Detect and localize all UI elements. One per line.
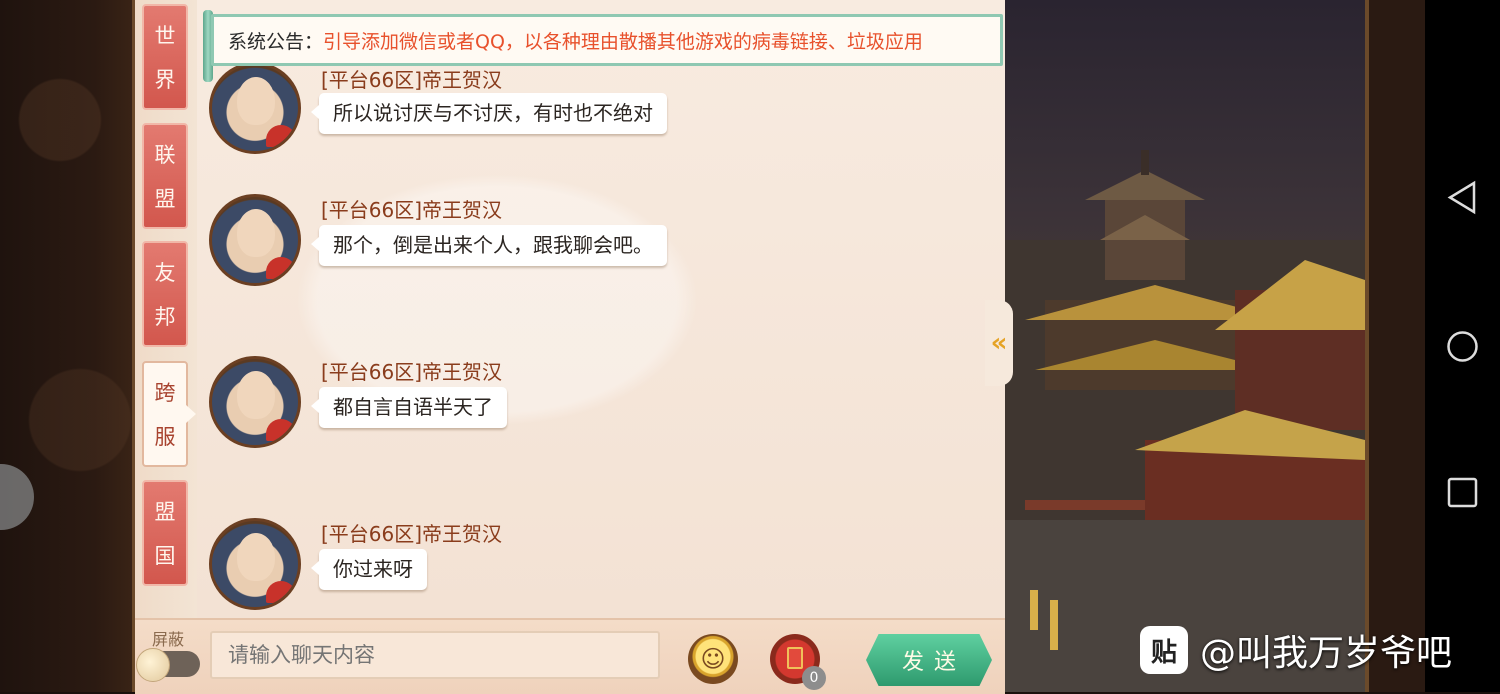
tab-label: 联 (154, 143, 176, 167)
chat-input[interactable] (210, 631, 660, 679)
send-button[interactable]: 发送 (866, 634, 992, 686)
avatar[interactable] (209, 356, 301, 448)
chevron-left-icon[interactable]: « (985, 300, 1013, 386)
red-envelope-count-badge: 0 (802, 666, 826, 690)
smiley-icon[interactable]: ☺ (688, 634, 738, 684)
chat-panel: 世 界 联 盟 友 邦 跨 服 盟 国 [平台66区]帝王贺汉 所以说讨厌与不讨… (135, 0, 1005, 692)
tab-label: 跨 (154, 381, 176, 405)
triangle-back-icon[interactable] (1440, 175, 1485, 220)
watermark: 贴 @叫我万岁爷吧 (1140, 624, 1452, 676)
square-recent-icon[interactable] (1440, 470, 1485, 515)
channel-tab-list: 世 界 联 盟 友 邦 跨 服 盟 国 (135, 0, 199, 618)
chat-message: [平台66区]帝王贺汉 都自言自语半天了 (209, 356, 809, 456)
watermark-text: @叫我万岁爷吧 (1200, 633, 1453, 674)
sender-name[interactable]: [平台66区]帝王贺汉 (321, 356, 502, 385)
tab-label: 界 (154, 68, 176, 92)
sender-name[interactable]: [平台66区]帝王贺汉 (321, 518, 502, 547)
tab-label: 服 (154, 425, 176, 449)
mute-toggle[interactable] (136, 648, 200, 682)
game-scene-background (1005, 0, 1365, 692)
announcement-body: 系统公告： 引导添加微信或者QQ，以各种理由散播其他游戏的病毒链接、垃圾应用 (211, 14, 1003, 66)
chat-message: [平台66区]帝王贺汉 那个，倒是出来个人，跟我聊会吧。 (209, 194, 809, 294)
chat-message: [平台66区]帝王贺汉 所以说讨厌与不讨厌，有时也不绝对 (209, 62, 809, 162)
tab-world[interactable]: 世 界 (142, 4, 188, 110)
tab-label: 国 (154, 544, 176, 568)
tab-label: 世 (154, 24, 176, 48)
message-bubble: 所以说讨厌与不讨厌，有时也不绝对 (311, 93, 667, 134)
announcement-text: 引导添加微信或者QQ，以各种理由散播其他游戏的病毒链接、垃圾应用 (323, 30, 923, 53)
system-announcement: 系统公告： 引导添加微信或者QQ，以各种理由散播其他游戏的病毒链接、垃圾应用 (203, 10, 1003, 82)
tab-alliance[interactable]: 联 盟 (142, 123, 188, 229)
palace-illustration (1005, 150, 1365, 692)
tieba-logo-icon: 贴 (1140, 626, 1188, 674)
avatar[interactable] (209, 194, 301, 286)
message-bubble: 都自言自语半天了 (311, 387, 507, 428)
circle-home-icon[interactable] (1440, 324, 1485, 369)
tab-label: 邦 (154, 305, 176, 329)
tab-label: 盟 (154, 187, 176, 211)
message-list[interactable]: [平台66区]帝王贺汉 所以说讨厌与不讨厌，有时也不绝对 [平台66区]帝王贺汉… (197, 0, 1005, 618)
sender-name[interactable]: [平台66区]帝王贺汉 (321, 194, 502, 223)
avatar[interactable] (209, 62, 301, 154)
tab-label: 盟 (154, 500, 176, 524)
chat-message: [平台66区]帝王贺汉 你过来呀 (209, 518, 809, 618)
tab-allied-state[interactable]: 盟 国 (142, 480, 188, 586)
mute-label: 屏蔽 (152, 630, 185, 649)
announcement-label: 系统公告： (228, 30, 324, 53)
tab-label: 友 (154, 261, 176, 285)
tab-cross-server[interactable]: 跨 服 (142, 361, 196, 467)
avatar[interactable] (209, 518, 301, 610)
tab-friendly-nation[interactable]: 友 邦 (142, 241, 188, 347)
left-background (0, 0, 135, 692)
message-bubble: 你过来呀 (311, 549, 427, 590)
message-bubble: 那个，倒是出来个人，跟我聊会吧。 (311, 225, 667, 266)
